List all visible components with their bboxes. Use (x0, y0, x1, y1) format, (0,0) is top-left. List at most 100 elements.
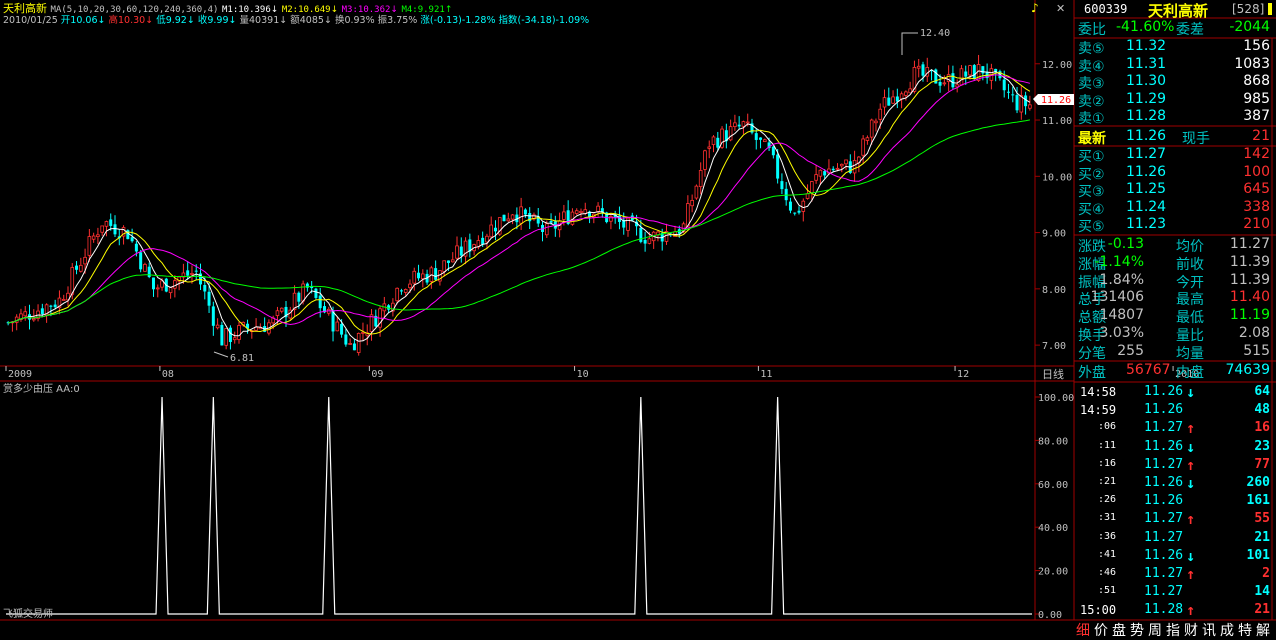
bell-icon[interactable]: ♪ (1031, 1, 1039, 15)
bottom-menu-item[interactable]: 细 (1076, 620, 1090, 640)
tick-row[interactable]: :41 11.26 ↓ 101 (1076, 547, 1272, 565)
bottom-menu-item[interactable]: 价 (1094, 620, 1108, 640)
candle-body-down (130, 237, 134, 242)
bottom-menu-item[interactable]: 财 (1184, 620, 1198, 640)
tick-row[interactable]: :16 11.27 ↑ 77 (1076, 456, 1272, 474)
buy-order-row[interactable]: 买⑤ 11.23 210 (1076, 216, 1272, 235)
price-tick-label: 9.00 (1042, 229, 1066, 240)
ma-m1: M1:10.396 (221, 5, 271, 15)
tick-row[interactable]: :06 11.27 ↑ 16 (1076, 419, 1272, 437)
candle-body-up (596, 205, 600, 213)
candle-body-down (134, 243, 138, 252)
bottom-menu-item[interactable]: 成 (1220, 620, 1234, 640)
candle-body-down (75, 265, 79, 270)
buy-order-row[interactable]: 买④ 11.24 338 (1076, 199, 1272, 218)
scroll-indicator[interactable] (1268, 3, 1272, 15)
tick-direction-icon: ↑ (1186, 565, 1196, 583)
bottom-menu-item[interactable]: 势 (1130, 620, 1144, 640)
stats-row: 总额 14807 最低 11.19 (1076, 307, 1272, 326)
tick-direction-icon: ↑ (1186, 510, 1196, 529)
close-icon[interactable]: ✕ (1056, 2, 1065, 15)
candle-body-up (224, 328, 228, 346)
row-price: 11.23 (1126, 216, 1167, 233)
stat-value: 131406 (1090, 289, 1144, 306)
candle-body-down (776, 154, 780, 179)
bottom-menu-item[interactable]: 指 (1166, 620, 1180, 640)
price-tick-label: 8.00 (1042, 285, 1066, 296)
date-tick-label: 2009 (8, 369, 32, 380)
candle-body-up (506, 218, 511, 222)
candle-body-up (839, 163, 844, 167)
stat-value: 255 (1117, 342, 1144, 359)
candle-body-up (232, 337, 237, 341)
tick-price: 11.27 (1144, 566, 1184, 581)
buy-order-row[interactable]: 买② 11.26 100 (1076, 164, 1272, 183)
candle-body-up (510, 214, 515, 220)
stat-value: 11.19 (1229, 307, 1270, 324)
indicator-title: 赏多少由压 AA:0 (3, 382, 80, 395)
info-index: 指数(-34.18)-1.09% (498, 15, 590, 26)
tick-time: 14:59 (1080, 403, 1117, 418)
sell-order-row[interactable]: 卖① 11.28 387 (1076, 108, 1272, 128)
bottom-menu-item[interactable]: 盘 (1112, 620, 1126, 640)
candle-body-down (797, 210, 801, 213)
row-volume: 142 (1243, 146, 1270, 162)
candle-body-up (335, 321, 340, 332)
buy-order-row[interactable]: 买① 11.27 142 (1076, 146, 1272, 165)
row-price: 11.31 (1126, 55, 1167, 72)
tick-time: :06 (1098, 421, 1117, 433)
tick-volume: 260 (1246, 475, 1270, 490)
sell-order-row[interactable]: 卖② 11.29 985 (1076, 91, 1272, 110)
info-amplitude: 振3.75% (377, 15, 418, 26)
candle-body-down (203, 285, 207, 292)
tick-price: 11.27 (1144, 456, 1184, 472)
tick-row[interactable]: :31 11.27 ↑ 55 (1076, 510, 1272, 528)
sell-order-row[interactable]: 卖⑤ 11.32 156 (1076, 38, 1272, 57)
tick-row[interactable]: :21 11.26 ↓ 260 (1076, 474, 1272, 492)
row-label: 卖① (1078, 111, 1105, 128)
candle-body-up (763, 139, 767, 143)
candle-body-up (690, 200, 694, 207)
tick-row[interactable]: :11 11.26 ↓ 23 (1076, 438, 1272, 456)
candle-body-up (814, 174, 818, 181)
candle-body-up (574, 210, 579, 214)
tick-row[interactable]: :36 11.27 21 (1076, 529, 1272, 547)
bottom-menu-item[interactable]: 讯 (1202, 620, 1216, 640)
tick-time: :31 (1098, 512, 1117, 524)
tick-row[interactable]: :51 11.27 14 (1076, 583, 1272, 601)
sell-order-row[interactable]: 卖④ 11.31 1083 (1076, 55, 1272, 75)
tick-row[interactable]: 14:59 11.26 48 (1076, 401, 1272, 419)
candle-body-down (921, 64, 925, 76)
candle-body-down (151, 277, 155, 290)
tick-time: :41 (1098, 548, 1117, 560)
candle-body-down (352, 343, 356, 351)
bottom-menu-item[interactable]: 解 (1256, 620, 1270, 640)
tick-row[interactable]: :26 11.26 161 (1076, 492, 1272, 510)
date-tick-label: 10 (577, 369, 589, 380)
latest-row: 最新 11.26 现手 21 (1078, 128, 1270, 147)
tick-volume: 21 (1254, 529, 1270, 545)
candle-body-up (707, 146, 712, 149)
candle-body-down (399, 290, 403, 292)
candle-body-up (968, 65, 972, 76)
sell-order-row[interactable]: 卖③ 11.30 868 (1076, 73, 1272, 92)
price-tick-label: 12.00 (1042, 60, 1072, 71)
candle-body-up (348, 343, 352, 345)
candle-body-up (215, 324, 220, 329)
indicator-tick-label: 20.00 (1038, 567, 1068, 578)
tick-row[interactable]: :46 11.27 ↑ 2 (1076, 565, 1272, 583)
price-tick-label: 11.00 (1042, 116, 1072, 127)
tick-row[interactable]: 14:58 11.26 ↓ 64 (1076, 383, 1272, 401)
date-tick-label: 12 (957, 369, 969, 380)
stat-value: 515 (1243, 342, 1270, 359)
bottom-menu-item[interactable]: 周 (1148, 620, 1162, 640)
candle-body-down (643, 239, 647, 244)
candle-body-up (168, 287, 173, 294)
candle-body-down (417, 272, 421, 279)
bottom-menu-item[interactable]: 特 (1238, 620, 1252, 640)
period-label[interactable]: 日线 (1042, 367, 1064, 381)
tick-volume: 21 (1254, 602, 1270, 618)
tick-row[interactable]: 15:00 11.28 ↑ 21 (1076, 601, 1272, 619)
buy-order-row[interactable]: 买③ 11.25 645 (1076, 181, 1272, 200)
candle-body-down (771, 146, 775, 156)
